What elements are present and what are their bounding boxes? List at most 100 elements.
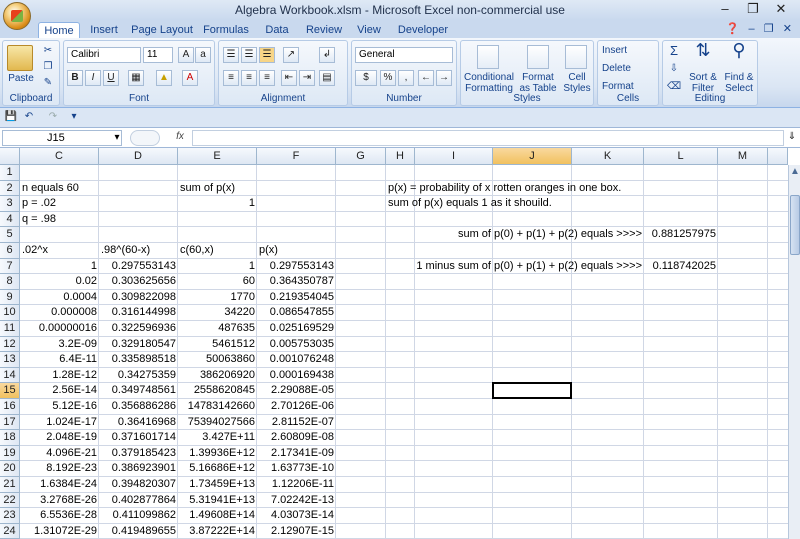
cell-d23[interactable]: 0.411099862: [99, 508, 178, 524]
cell-l7[interactable]: 0.118742025: [644, 259, 718, 275]
conditional-formatting-icon[interactable]: [477, 45, 499, 69]
row-header-2[interactable]: 2: [0, 180, 20, 197]
cell-f8[interactable]: 0.364350787: [257, 274, 336, 290]
office-button[interactable]: [3, 2, 31, 30]
row-header-14[interactable]: 14: [0, 367, 20, 384]
column-header-g[interactable]: G: [336, 148, 386, 165]
clear-icon[interactable]: ⌫: [667, 81, 681, 92]
row-header-23[interactable]: 23: [0, 508, 20, 524]
cell-c8[interactable]: 0.02: [20, 274, 99, 290]
cell-f6[interactable]: p(x): [257, 243, 280, 259]
cut-icon[interactable]: ✂: [41, 45, 55, 56]
cell-e9[interactable]: 1770: [178, 290, 257, 306]
column-header-j[interactable]: J: [493, 148, 572, 165]
cell-e17[interactable]: 75394027566: [178, 415, 257, 431]
align-center-icon[interactable]: ≡: [241, 70, 257, 86]
tab-view[interactable]: View: [352, 22, 386, 38]
cell-d8[interactable]: 0.303625656: [99, 274, 178, 290]
cell-d20[interactable]: 0.386923901: [99, 461, 178, 477]
column-header-k[interactable]: K: [572, 148, 644, 165]
cell-f11[interactable]: 0.025169529: [257, 321, 336, 337]
cell-f17[interactable]: 2.81152E-07: [257, 415, 336, 431]
vertical-scrollbar[interactable]: ▲: [788, 165, 800, 539]
format-as-table-button[interactable]: Format as Table: [517, 72, 559, 94]
autosum-button[interactable]: Σ: [667, 44, 681, 57]
cell-d6[interactable]: .98^(60-x): [99, 243, 152, 259]
cell-e23[interactable]: 1.49608E+14: [178, 508, 257, 524]
cell-f9[interactable]: 0.219354045: [257, 290, 336, 306]
align-middle-icon[interactable]: ☰: [241, 47, 257, 63]
cell-e18[interactable]: 3.427E+11: [178, 430, 257, 446]
name-box-dropdown-icon[interactable]: ▾: [112, 132, 122, 143]
bold-button[interactable]: B: [67, 70, 83, 86]
row-header-20[interactable]: 20: [0, 461, 20, 477]
column-header-f[interactable]: F: [257, 148, 336, 165]
scroll-up-icon[interactable]: ▲: [790, 166, 800, 177]
column-header-m[interactable]: M: [718, 148, 768, 165]
sort-filter-icon[interactable]: ⇅: [691, 41, 715, 59]
cell-d12[interactable]: 0.329180547: [99, 337, 178, 353]
restore-icon[interactable]: ❐: [740, 1, 766, 17]
row-header-5[interactable]: 5: [0, 227, 20, 243]
cell-l5[interactable]: 0.881257975: [644, 227, 718, 243]
tab-page-layout[interactable]: Page Layout: [130, 22, 194, 38]
row-header-1[interactable]: 1: [0, 165, 20, 181]
cell-e14[interactable]: 386206920: [178, 368, 257, 384]
tab-home[interactable]: Home: [38, 22, 80, 39]
cell-c14[interactable]: 1.28E-12: [20, 368, 99, 384]
font-name-select[interactable]: Calibri: [67, 47, 141, 63]
cell-c18[interactable]: 2.048E-19: [20, 430, 99, 446]
cell-d15[interactable]: 0.349748561: [99, 383, 178, 399]
row-header-12[interactable]: 12: [0, 336, 20, 353]
cell-f12[interactable]: 0.005753035: [257, 337, 336, 353]
cell-d13[interactable]: 0.335898518: [99, 352, 178, 368]
formula-bar-handle-icon[interactable]: [130, 130, 160, 146]
help-icon[interactable]: ❓ – ❐ ✕: [726, 22, 792, 35]
cell-e24[interactable]: 3.87222E+14: [178, 524, 257, 539]
cell-d21[interactable]: 0.394820307: [99, 477, 178, 493]
tab-insert[interactable]: Insert: [84, 22, 124, 38]
minimize-icon[interactable]: –: [712, 1, 738, 16]
tab-developer[interactable]: Developer: [394, 22, 452, 38]
row-header-6[interactable]: 6: [0, 243, 20, 259]
cell-d24[interactable]: 0.419489655: [99, 524, 178, 539]
close-icon[interactable]: ✕: [768, 1, 794, 17]
cell-e19[interactable]: 1.39936E+12: [178, 446, 257, 462]
currency-button[interactable]: $: [355, 70, 377, 86]
cell-c24[interactable]: 1.31072E-29: [20, 524, 99, 539]
cell-e3[interactable]: 1: [178, 196, 257, 212]
find-select-button[interactable]: Find & Select: [721, 72, 757, 94]
borders-icon[interactable]: ▦: [128, 70, 144, 86]
customize-qat-icon[interactable]: ▾: [68, 111, 80, 122]
paste-icon[interactable]: [7, 45, 33, 71]
cell-styles-icon[interactable]: [565, 45, 587, 69]
cell-i7[interactable]: 1 minus sum of p(0) + p(1) + p(2) equals…: [355, 259, 644, 275]
merge-center-icon[interactable]: ▤: [319, 70, 335, 86]
insert-cells-button[interactable]: Insert: [602, 45, 656, 56]
cell-f13[interactable]: 0.001076248: [257, 352, 336, 368]
decrease-decimal-icon[interactable]: →: [436, 70, 452, 86]
align-left-icon[interactable]: ≡: [223, 70, 239, 86]
cell-c15[interactable]: 2.56E-14: [20, 383, 99, 399]
row-header-21[interactable]: 21: [0, 477, 20, 493]
align-bottom-icon[interactable]: ☰: [259, 47, 275, 63]
cell-f23[interactable]: 4.03073E-14: [257, 508, 336, 524]
number-format-select[interactable]: General: [355, 47, 453, 63]
tab-formulas[interactable]: Formulas: [200, 22, 252, 38]
cell-c21[interactable]: 1.6384E-24: [20, 477, 99, 493]
orientation-icon[interactable]: ↗: [283, 47, 299, 63]
cell-d19[interactable]: 0.379185423: [99, 446, 178, 462]
cell-c19[interactable]: 4.096E-21: [20, 446, 99, 462]
cell-c11[interactable]: 0.00000016: [20, 321, 99, 337]
cell-e6[interactable]: c(60,x): [178, 243, 216, 259]
cell-d14[interactable]: 0.34275359: [99, 368, 178, 384]
row-header-19[interactable]: 19: [0, 445, 20, 462]
column-header-c[interactable]: C: [20, 148, 99, 165]
cell-c17[interactable]: 1.024E-17: [20, 415, 99, 431]
tab-review[interactable]: Review: [302, 22, 346, 38]
cell-f18[interactable]: 2.60809E-08: [257, 430, 336, 446]
save-icon[interactable]: 💾: [4, 111, 18, 122]
cell-c6[interactable]: .02^x: [20, 243, 50, 259]
cell-e2[interactable]: sum of p(x): [178, 181, 237, 197]
cell-c12[interactable]: 3.2E-09: [20, 337, 99, 353]
